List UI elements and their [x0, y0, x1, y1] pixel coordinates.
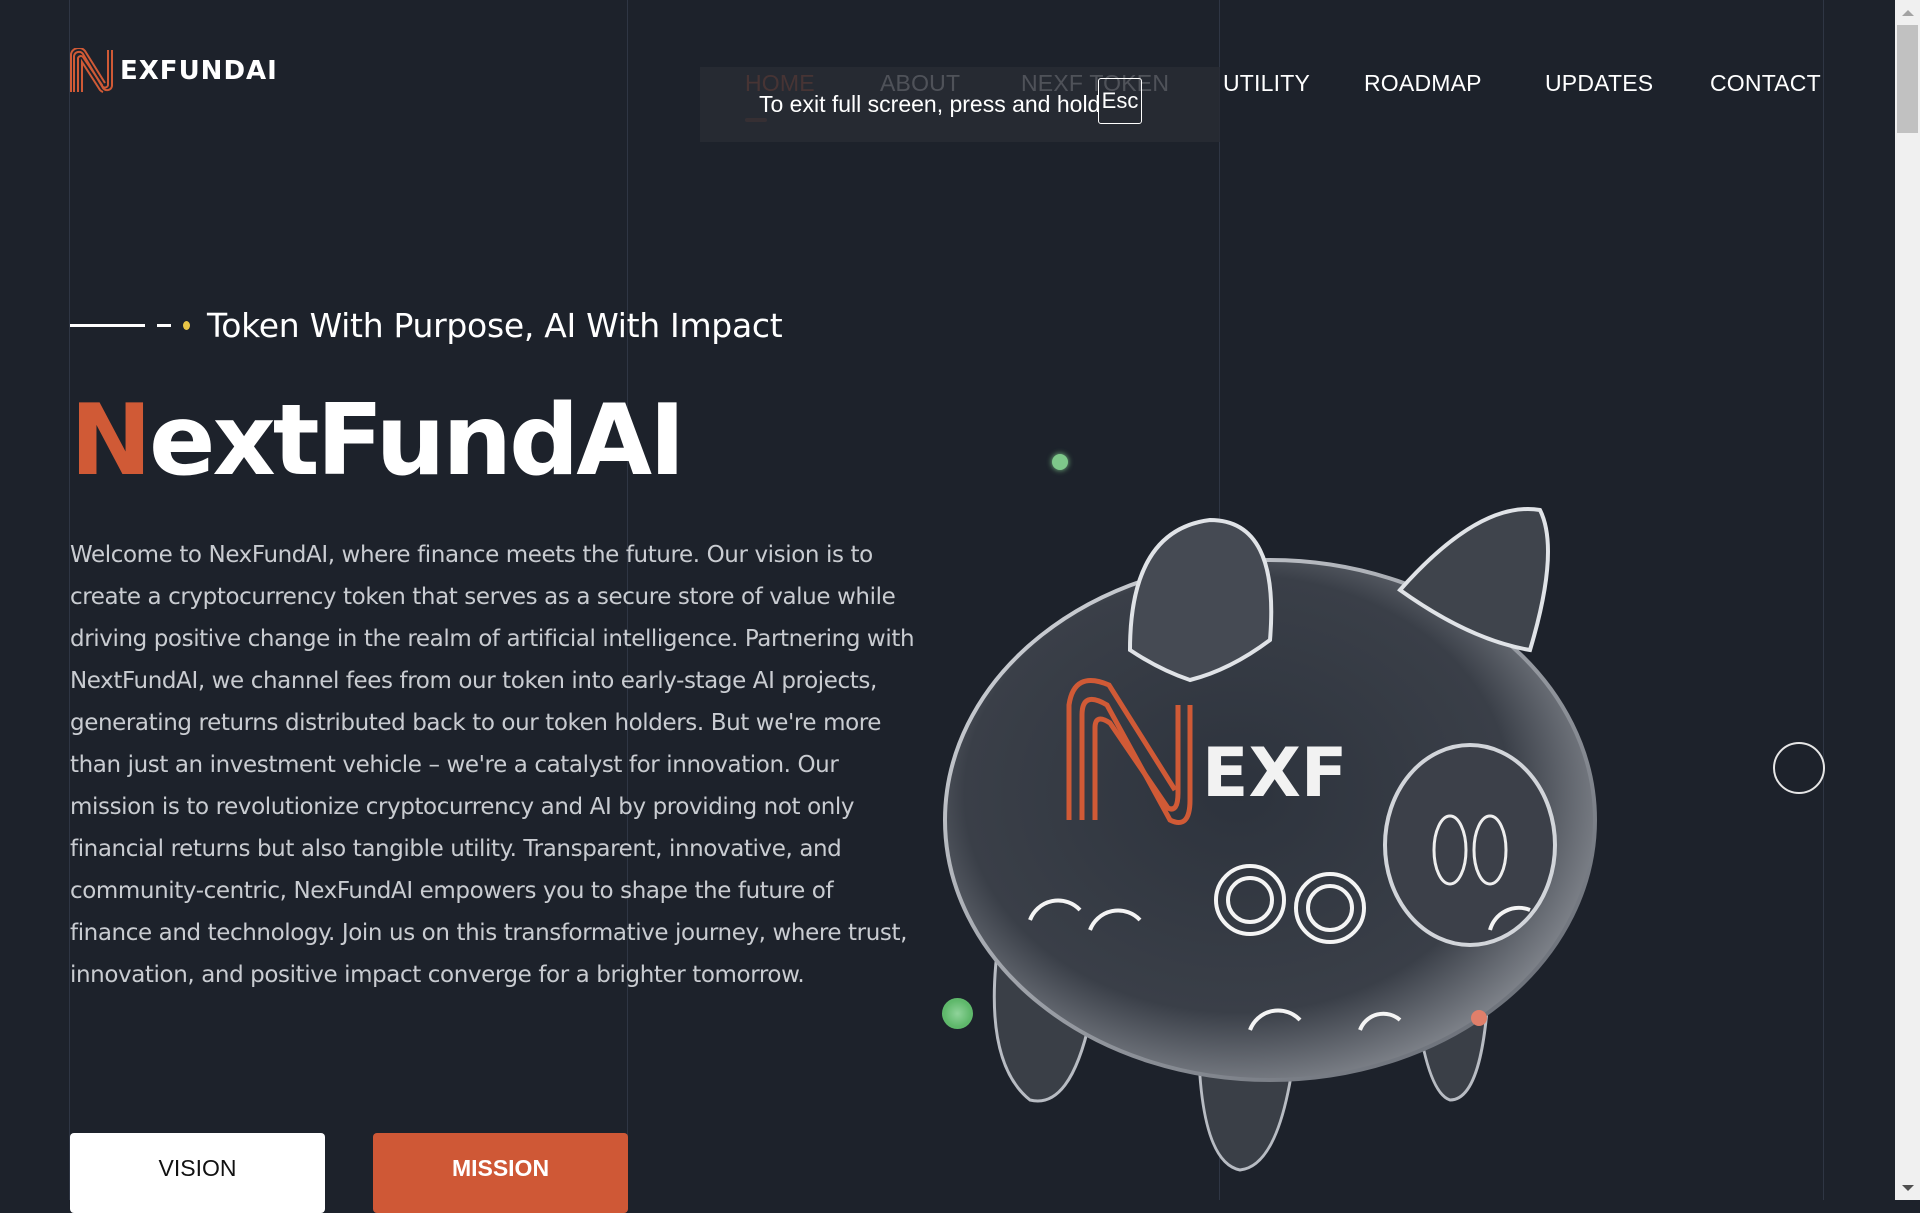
nav-updates[interactable]: UPDATES — [1545, 70, 1653, 97]
pig-red-dot — [1471, 1010, 1487, 1026]
tagline-line-short — [157, 324, 171, 327]
glass-piggy-bank-illustration: EXF — [943, 507, 1597, 1172]
hero-tagline: Token With Purpose, AI With Impact — [70, 306, 783, 345]
tagline-text: Token With Purpose, AI With Impact — [207, 306, 783, 345]
vision-button[interactable]: VISION — [70, 1133, 325, 1213]
pig-snout — [1383, 743, 1557, 947]
hero-description: Welcome to NexFundAI, where finance meet… — [70, 542, 915, 988]
pig-badge-text: EXF — [1202, 734, 1347, 813]
tagline-line-long — [70, 324, 145, 327]
nav-roadmap[interactable]: ROADMAP — [1364, 70, 1482, 97]
hero-title-rest: extFundAI — [149, 384, 686, 498]
page-scrollbar[interactable] — [1895, 0, 1920, 1200]
scroll-up-arrow-icon[interactable] — [1902, 10, 1914, 16]
toast-message: To exit full screen, press and hold — [759, 91, 1101, 117]
hero-title: NextFundAI — [70, 387, 686, 496]
nav-contact[interactable]: CONTACT — [1710, 70, 1821, 97]
scroll-circle-button[interactable] — [1773, 742, 1825, 794]
mission-button[interactable]: MISSION — [373, 1133, 628, 1213]
nav-utility[interactable]: UTILITY — [1223, 70, 1310, 97]
fullscreen-exit-toast: To exit full screen, press and hold Esc — [700, 67, 1220, 142]
grid-line — [1823, 0, 1824, 1200]
esc-key-badge: Esc — [1098, 78, 1142, 124]
pig-ear — [1127, 517, 1274, 683]
green-dot-decoration — [1052, 454, 1068, 470]
hero-title-accent-letter: N — [70, 384, 152, 498]
scrollbar-thumb[interactable] — [1897, 25, 1918, 133]
scroll-down-arrow-icon[interactable] — [1902, 1185, 1914, 1191]
tagline-dot — [183, 321, 190, 330]
